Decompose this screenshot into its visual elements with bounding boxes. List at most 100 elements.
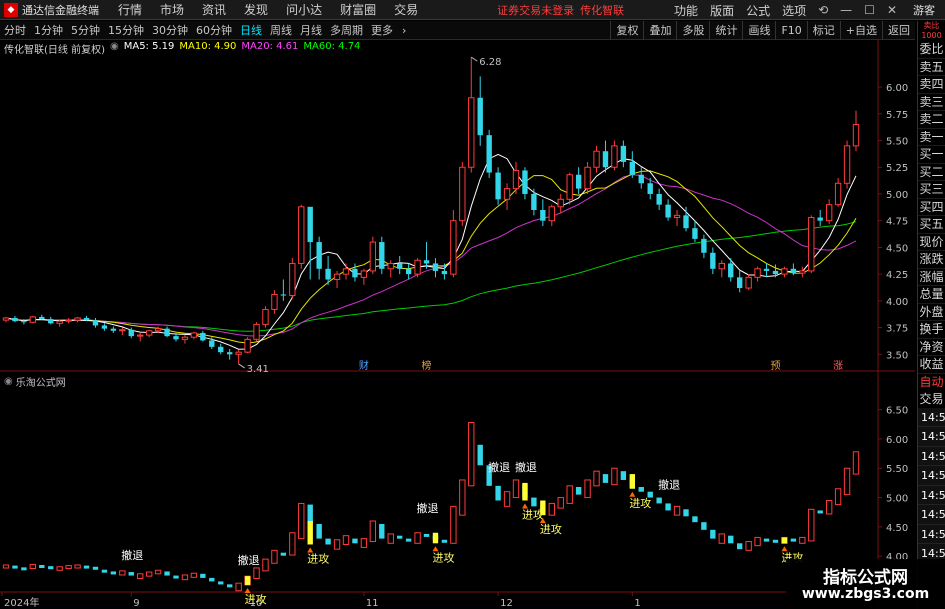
main-y-tick-label: 4.25: [886, 270, 908, 281]
indicator-bar: [673, 505, 681, 516]
indicator-bar: [808, 508, 815, 542]
main-y-tick-label: 4.75: [886, 217, 908, 228]
candle-body: [29, 316, 37, 323]
x-tick-label: 12: [500, 598, 513, 609]
period-5min[interactable]: 5分钟: [71, 22, 100, 38]
menu-xuanxiang[interactable]: 选项: [782, 2, 806, 19]
event-marker: 预: [770, 360, 780, 372]
indicator-bar: [74, 564, 81, 569]
menu-caifuquan[interactable]: 财富圈: [340, 1, 376, 18]
period-daily[interactable]: 日线: [240, 22, 262, 38]
sidebar-auto[interactable]: 自动: [918, 374, 945, 391]
btn-fuquan[interactable]: 复权: [610, 21, 643, 40]
legend-toggle-icon[interactable]: ◉: [110, 41, 119, 56]
candle-body: [21, 321, 27, 323]
period-weekly[interactable]: 周线: [270, 22, 292, 38]
menu-shichang[interactable]: 市场: [160, 1, 184, 18]
chevron-right-icon[interactable]: ›: [397, 24, 411, 37]
candle-body: [227, 352, 233, 355]
period-monthly[interactable]: 月线: [300, 22, 322, 38]
indicator-bar: [423, 533, 430, 537]
main-y-tick-label: 4.00: [886, 297, 908, 308]
indicator-bar: [369, 520, 377, 543]
candle-body: [656, 193, 662, 205]
menu-gongshi[interactable]: 公式: [746, 2, 770, 19]
candle-body: [119, 329, 126, 332]
indicator-bar: [834, 488, 842, 506]
candle-body: [414, 259, 421, 275]
legend-ma60: MA60: 4.74: [303, 41, 361, 52]
signal-buy-bar: [307, 521, 313, 545]
sub-legend-toggle-icon[interactable]: ◉: [4, 376, 13, 387]
maximize-icon[interactable]: ☐: [864, 3, 875, 17]
guest-label[interactable]: 游客: [913, 2, 935, 18]
indicator-bar: [638, 487, 644, 492]
menu-wenxiaoda[interactable]: 问小达: [286, 1, 322, 18]
btn-back[interactable]: 返回: [882, 21, 915, 40]
btn-duogu[interactable]: 多股: [676, 21, 709, 40]
legend-ma20: MA20: 4.61: [241, 41, 299, 52]
period-60min[interactable]: 60分钟: [196, 22, 232, 38]
btn-f10[interactable]: F10: [775, 21, 806, 40]
indicator-bar: [128, 572, 134, 576]
x-tick-label: 2024年: [4, 596, 39, 609]
close-icon[interactable]: ✕: [887, 3, 897, 17]
candle-body: [728, 263, 734, 278]
period-15min[interactable]: 15分钟: [108, 22, 144, 38]
sidebar-item-13: 涨幅: [918, 269, 945, 286]
btn-tongji[interactable]: 统计: [709, 21, 742, 40]
sidebar-item-4: 卖二: [918, 111, 945, 129]
period-fenshi[interactable]: 分时: [4, 22, 26, 38]
indicator-bar: [92, 566, 99, 570]
btn-diejia[interactable]: 叠加: [643, 21, 676, 40]
period-more[interactable]: 更多: [371, 22, 393, 38]
indicator-bar: [468, 421, 475, 487]
watermark: 指标公式网 www.zbgs3.com: [786, 559, 945, 609]
indicator-bar: [825, 499, 833, 515]
menu-zixun[interactable]: 资讯: [202, 1, 226, 18]
signal-buy-label: 进攻: [307, 551, 329, 565]
candle-body: [244, 338, 251, 353]
btn-biaoji[interactable]: 标记: [806, 21, 840, 40]
minimize-icon[interactable]: —: [840, 3, 852, 17]
trade-login-notice[interactable]: 证券交易未登录: [497, 2, 574, 18]
sidebar-top-label: 卖比 1000: [921, 21, 942, 40]
candle-body: [145, 330, 153, 336]
sidebar-trade[interactable]: 交易: [918, 391, 945, 408]
btn-huaxian[interactable]: 画线: [742, 21, 775, 40]
indicator-bar: [333, 539, 341, 550]
period-1min[interactable]: 1分钟: [34, 22, 63, 38]
candle-body: [218, 346, 224, 353]
candle-body: [173, 336, 179, 340]
menu-gongneng[interactable]: 功能: [674, 2, 698, 19]
menu-bar: ◆ 通达信金融终端 行情 市场 资讯 发现 问小达 财富圈 交易 证券交易未登录…: [0, 0, 945, 20]
indicator-bar: [298, 502, 305, 540]
candle-body: [468, 97, 475, 168]
indicator-bar: [503, 491, 511, 507]
candle-body: [763, 268, 770, 271]
indicator-bar: [718, 533, 725, 544]
menu-faxian[interactable]: 发现: [244, 1, 268, 18]
candle-body: [611, 145, 618, 168]
indicator-bar: [683, 509, 689, 517]
menu-hangqing[interactable]: 行情: [118, 1, 142, 18]
kline-chart-svg[interactable]: 6.00 5.75 5.50 5.25 5.00 4.75 4.50 4.25 4.00 3.75…: [0, 40, 915, 609]
candle-body: [253, 323, 260, 340]
menu-banmian[interactable]: 版面: [710, 2, 734, 19]
indicator-bar: [531, 497, 537, 507]
signal-buy-label: 进攻: [245, 592, 267, 606]
candle-body: [154, 328, 162, 332]
refresh-icon[interactable]: ⟲: [818, 3, 828, 17]
btn-add-watchlist[interactable]: +自选: [839, 21, 882, 40]
indicator-bar: [566, 485, 573, 504]
period-multi[interactable]: 多周期: [330, 22, 363, 38]
menu-jiaoyi[interactable]: 交易: [394, 1, 418, 18]
candle-body: [852, 123, 860, 147]
indicator-bar: [65, 565, 72, 570]
indicator-bar: [575, 487, 582, 495]
candle-body: [692, 228, 698, 239]
period-30min[interactable]: 30分钟: [152, 22, 188, 38]
chart-area[interactable]: 6.00 5.75 5.50 5.25 5.00 4.75 4.50 4.25 4.00 3.75…: [0, 40, 915, 609]
indicator-bar: [387, 533, 394, 544]
indicator-bar: [512, 479, 520, 499]
